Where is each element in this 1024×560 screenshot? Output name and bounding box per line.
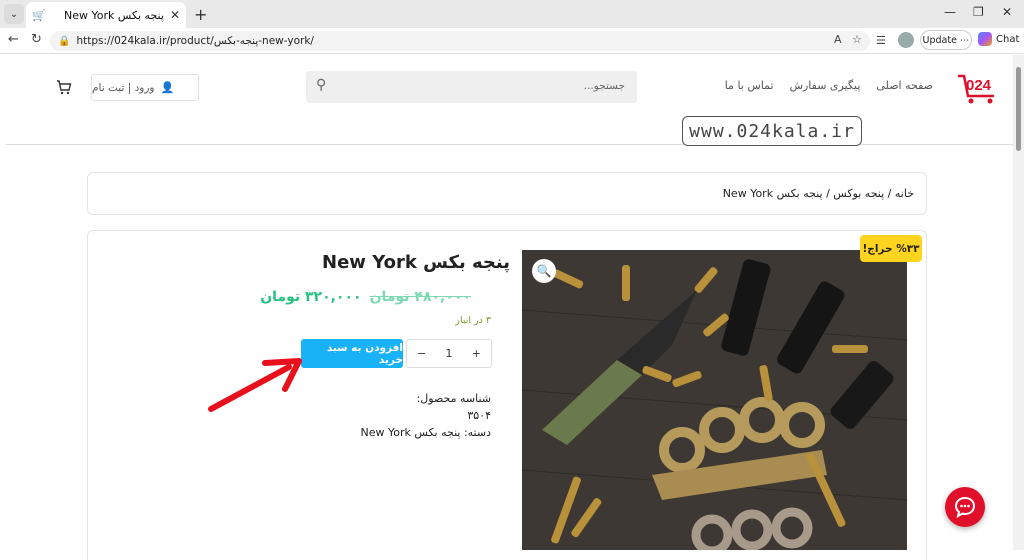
search-placeholder: جستجو... [583, 80, 625, 92]
tab-title: پنجه بکس New York [64, 8, 164, 22]
chat-button[interactable]: Chat [978, 32, 1019, 46]
back-icon[interactable]: ← [8, 32, 19, 47]
product-meta: شناسه محصول: ۳۵۰۴ دسته: پنجه بکس New Yor… [361, 390, 491, 441]
old-price: ۴۸۰,۰۰۰ تومان [369, 289, 471, 305]
zoom-icon[interactable]: 🔍 [532, 259, 556, 283]
add-to-cart-button[interactable]: افزودن به سبد خرید [301, 339, 403, 368]
scrollbar-thumb[interactable] [1016, 67, 1021, 151]
quantity-minus-button[interactable]: − [417, 347, 426, 360]
quantity-value[interactable]: 1 [446, 347, 453, 360]
chat-widget-button[interactable] [945, 487, 985, 527]
svg-text:024: 024 [966, 77, 992, 94]
browser-nav-bar: ← ↻ 🔒 https://024kala.ir/product/پنجه-بک… [0, 28, 1024, 54]
chat-label: Chat [996, 33, 1020, 45]
header-divider [6, 144, 1013, 145]
sku-label: شناسه محصول: [416, 392, 491, 405]
breadcrumb-container: خانه / پنجه بوکس / پنجه بکس New York [87, 172, 927, 215]
update-label: Update [922, 34, 957, 46]
page-scrollbar[interactable] [1013, 55, 1024, 550]
maximize-icon[interactable]: ❐ [973, 5, 984, 19]
update-button[interactable]: Update ⋯ [920, 30, 972, 50]
collections-icon[interactable]: ☰ [876, 34, 886, 47]
main-nav: صفحه اصلی پیگیری سفارش تماس با ما [725, 79, 933, 92]
product-image[interactable] [522, 250, 907, 550]
nav-home[interactable]: صفحه اصلی [876, 79, 933, 92]
product-category[interactable]: دسته: پنجه بکس New York [361, 424, 491, 441]
search-icon[interactable]: ⚲ [316, 77, 326, 93]
site-favicon-icon: 🛒 [32, 8, 46, 22]
site-logo[interactable]: 024 [956, 70, 1004, 104]
cart-icon[interactable] [56, 79, 72, 95]
site-info-icon[interactable]: 🔒 [58, 36, 70, 47]
browser-tab-bar: ⌄ 🛒 پنجه بکس New York ✕ + — ❐ ✕ [0, 0, 1024, 28]
profile-avatar[interactable] [898, 32, 914, 48]
nav-contact[interactable]: تماس با ما [725, 79, 774, 92]
close-window-icon[interactable]: ✕ [1002, 5, 1012, 19]
red-arrow-annotation [208, 358, 302, 412]
sku-value: ۳۵۰۴ [467, 409, 491, 422]
price-block: ۴۸۰,۰۰۰ تومان ۳۲۰,۰۰۰ تومان [260, 289, 471, 305]
quantity-stepper[interactable]: − 1 + [406, 339, 492, 368]
sale-price: ۳۲۰,۰۰۰ تومان [260, 289, 362, 305]
login-label: ورود | ثبت نام [92, 81, 155, 94]
new-tab-icon[interactable]: + [194, 5, 207, 24]
web-page: 024 صفحه اصلی پیگیری سفارش تماس با ما جس… [0, 55, 1013, 560]
tab-list-chevron-icon[interactable]: ⌄ [4, 4, 24, 24]
quantity-plus-button[interactable]: + [472, 347, 481, 360]
chat-bubble-icon [954, 496, 976, 518]
product-title: پنجه بکس New York [322, 252, 510, 273]
sale-badge: %۳۳ حراج! [860, 235, 922, 262]
url-text: https://024kala.ir/product/پنجه-بکس-new-… [76, 35, 314, 47]
nav-order-tracking[interactable]: پیگیری سفارش [790, 79, 861, 92]
minimize-icon[interactable]: — [944, 5, 956, 19]
close-tab-icon[interactable]: ✕ [170, 8, 180, 22]
search-input[interactable]: جستجو... ⚲ [306, 71, 637, 103]
copilot-icon [978, 32, 992, 46]
favorite-star-icon[interactable]: ☆ [852, 33, 862, 46]
browser-tab[interactable]: 🛒 پنجه بکس New York ✕ [26, 2, 186, 28]
user-icon: 👤 [160, 81, 175, 94]
watermark: www.024kala.ir [682, 116, 862, 146]
address-bar[interactable]: 🔒 https://024kala.ir/product/پنجه-بکس-ne… [50, 31, 870, 51]
refresh-icon[interactable]: ↻ [31, 32, 42, 47]
login-button[interactable]: 👤 ورود | ثبت نام [91, 74, 199, 101]
stock-status: ۳ در انبار [455, 315, 491, 326]
breadcrumb[interactable]: خانه / پنجه بوکس / پنجه بکس New York [723, 187, 914, 200]
read-aloud-icon[interactable]: A [834, 33, 842, 46]
